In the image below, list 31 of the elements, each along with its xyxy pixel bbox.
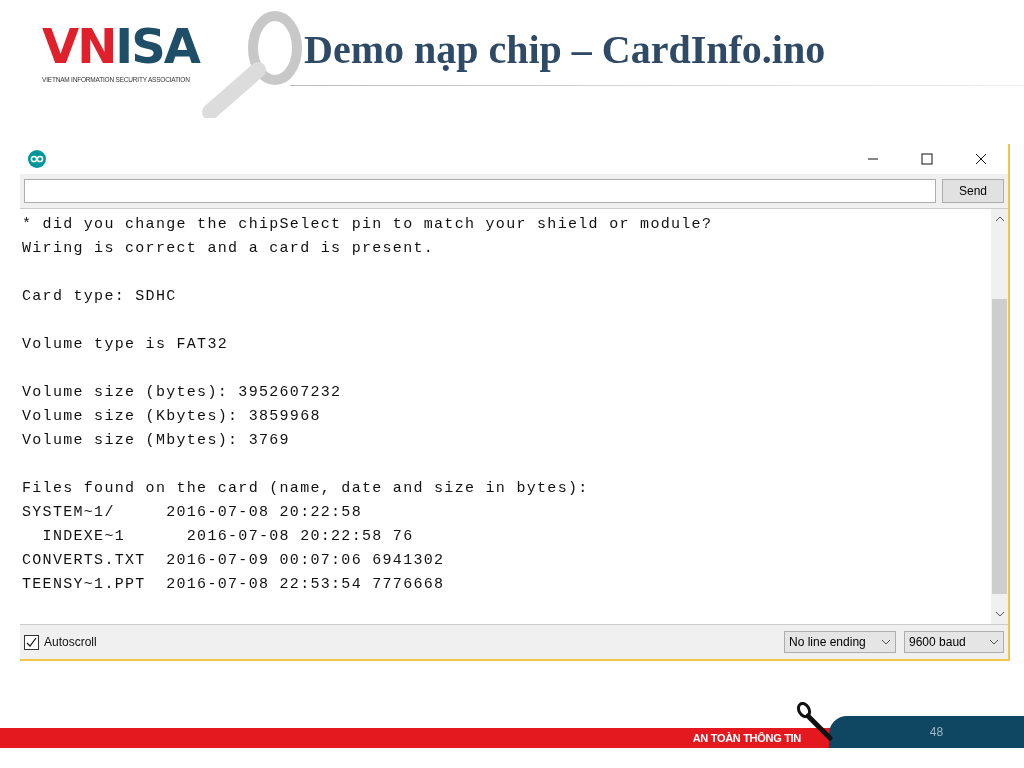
output-line: Volume size (Mbytes): 3769 [22, 431, 291, 451]
baud-rate-dropdown[interactable]: 9600 baud [904, 631, 1004, 653]
output-line: Files found on the card (name, date and size in bytes): [22, 479, 590, 499]
slide-title: Demo nạp chip – CardInfo.ino [303, 26, 827, 73]
output-line: INDEXE~1 2016-07-08 20:22:58 76 [41, 527, 415, 547]
output-line: Volume type is FAT32 [22, 335, 230, 355]
scrollbar[interactable] [991, 209, 1008, 624]
autoscroll-label: Autoscroll [44, 635, 97, 649]
output-line: Volume size (Kbytes): 3859968 [22, 407, 322, 427]
output-line: Card type: SDHC [22, 287, 178, 307]
serial-input-field[interactable] [24, 179, 936, 203]
output-line: SYSTEM~1/ 2016-07-08 20:22:58 [22, 503, 363, 523]
scroll-up-icon[interactable] [994, 215, 1005, 223]
output-line: Volume size (bytes): 3952607232 [22, 383, 343, 403]
scroll-down-icon[interactable] [994, 610, 1005, 618]
output-line: CONVERTS.TXT 2016-07-09 00:07:06 6941302 [22, 551, 446, 571]
logo-wordmark: VNISA [42, 18, 199, 74]
page-number: 48 [929, 725, 944, 739]
chevron-down-icon [989, 639, 999, 645]
scroll-thumb[interactable] [992, 299, 1007, 594]
line-ending-dropdown[interactable]: No line ending [784, 631, 896, 653]
chevron-down-icon [881, 639, 891, 645]
output-line: Wiring is correct and a card is present. [22, 239, 436, 259]
close-icon[interactable] [975, 153, 987, 165]
output-line: * did you change the chipSelect pin to match your shield or module? [22, 215, 714, 235]
send-button[interactable]: Send [942, 179, 1004, 203]
maximize-icon[interactable] [921, 153, 933, 165]
footer-tagline: AN TOÀN THÔNG TIN [692, 732, 801, 744]
autoscroll-checkbox[interactable] [24, 634, 39, 650]
app-icon [28, 150, 46, 168]
output-line: TEENSY~1.PPT 2016-07-08 22:53:54 7776668 [22, 575, 446, 595]
